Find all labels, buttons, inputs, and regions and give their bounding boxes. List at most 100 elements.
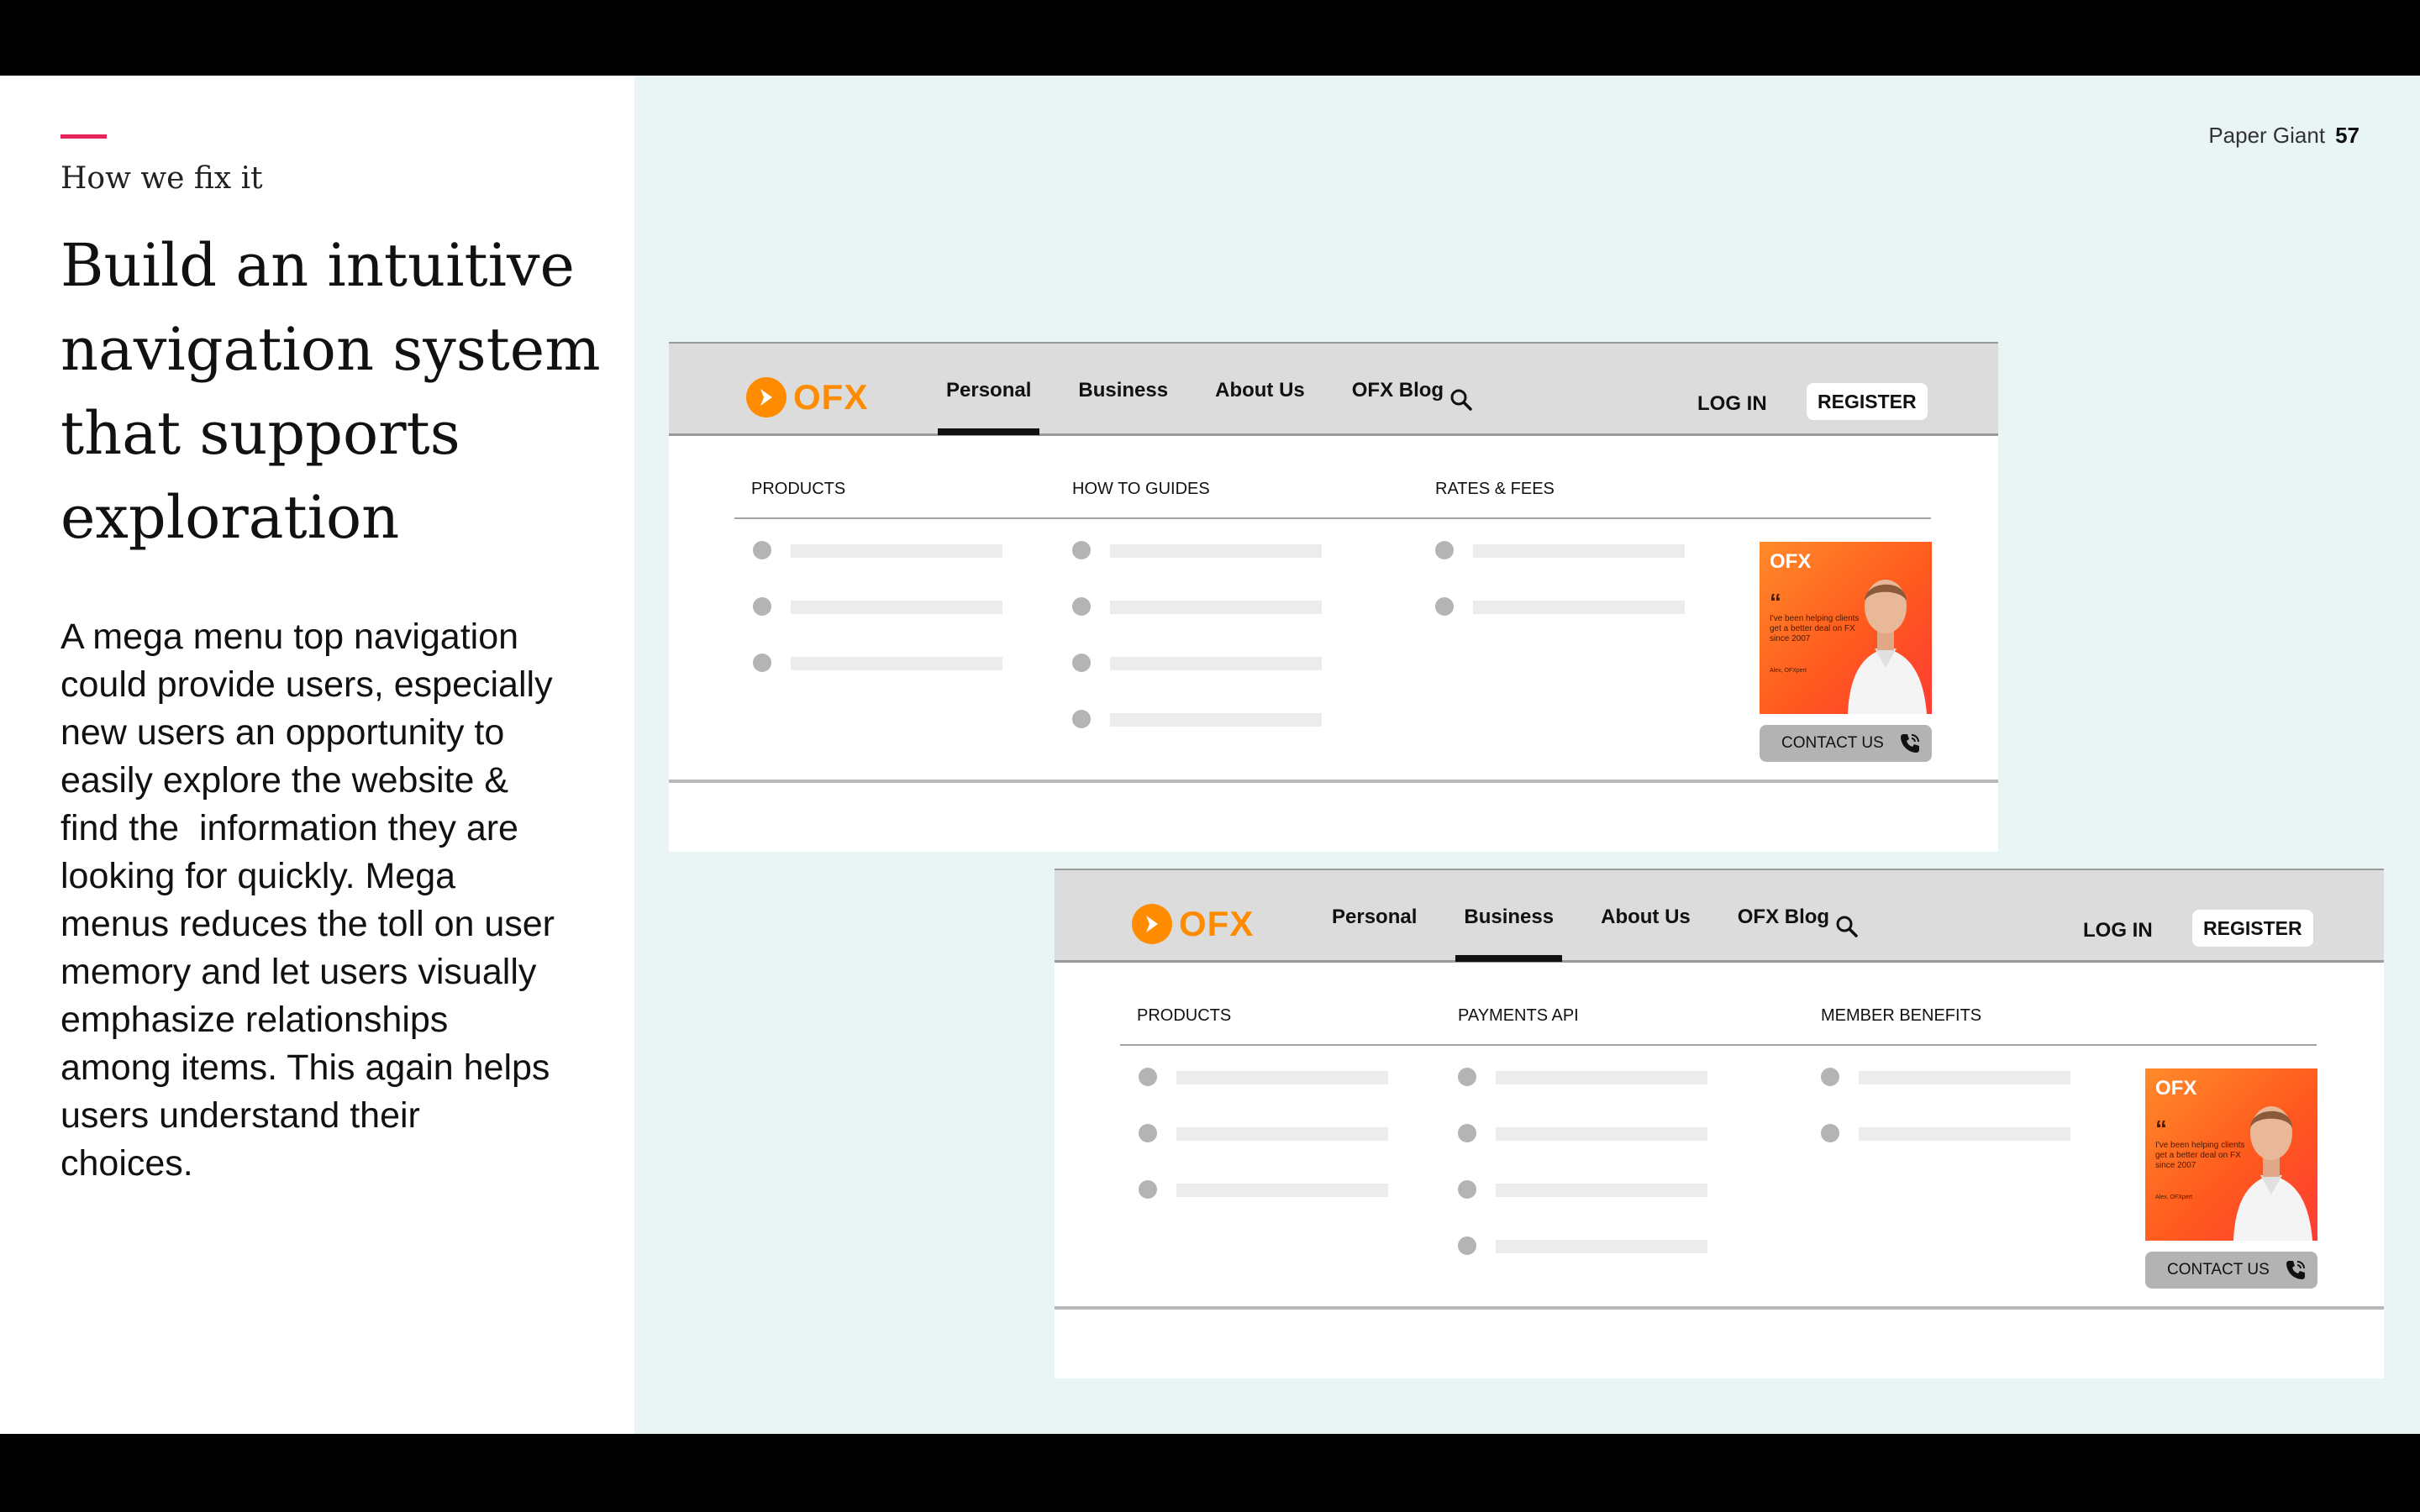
mega-menu-panel: PRODUCTS HOW TO GUIDES RATES & FEES OFX “I'v… xyxy=(669,436,1998,783)
headline: Build an intuitive navigation system tha… xyxy=(60,223,623,559)
promo-card[interactable]: OFX “I've been helping clients get a bett… xyxy=(1760,542,1932,714)
body-line: emphasize relationships xyxy=(60,1000,449,1040)
mega-menu-divider xyxy=(734,517,1931,519)
placeholder-line xyxy=(1473,601,1685,614)
search-icon[interactable] xyxy=(1449,387,1474,412)
register-button[interactable]: REGISTER xyxy=(1807,383,1928,420)
bullet-icon xyxy=(1072,597,1091,616)
top-navbar: OFX Personal Business About Us OFX Blog LOG I… xyxy=(1055,869,2384,963)
ofx-logo-text: OFX xyxy=(793,377,869,417)
accent-bar xyxy=(60,134,107,139)
nav-item-ofx-blog[interactable]: OFX Blog xyxy=(1729,870,1838,962)
bullet-icon xyxy=(1139,1068,1157,1086)
body-line: new users an opportunity to xyxy=(60,712,505,753)
column-title[interactable]: PRODUCTS xyxy=(1137,1006,1231,1026)
column-title[interactable]: HOW TO GUIDES xyxy=(1072,480,1210,499)
nav-item-business[interactable]: Business xyxy=(1455,870,1563,962)
placeholder-line xyxy=(791,657,1002,670)
placeholder-line xyxy=(1859,1071,2070,1084)
body-copy: A mega menu top navigation could provide… xyxy=(60,613,598,1188)
bullet-icon xyxy=(1139,1124,1157,1142)
contact-us-label: CONTACT US xyxy=(2167,1261,2270,1278)
body-line: find the information they are xyxy=(60,808,518,848)
page-number: 57 xyxy=(2335,123,2360,148)
contact-us-label: CONTACT US xyxy=(1781,734,1884,752)
bullet-icon xyxy=(1072,710,1091,728)
bullet-icon xyxy=(1139,1180,1157,1199)
person-photo-icon xyxy=(1848,580,1927,714)
promo-caption: Alex, OFXpert xyxy=(1770,668,1807,674)
login-link[interactable]: LOG IN xyxy=(1697,392,1767,416)
main-nav: Personal Business About Us OFX Blog xyxy=(1323,870,1868,964)
bullet-icon xyxy=(753,597,771,616)
ofx-logo-mark-icon xyxy=(1132,904,1172,944)
mega-menu-panel: PRODUCTS PAYMENTS API MEMBER BENEFITS OFX “I… xyxy=(1055,963,2384,1310)
nav-item-about-us[interactable]: About Us xyxy=(1207,344,1313,435)
bullet-icon xyxy=(1072,541,1091,559)
promo-card[interactable]: OFX “I've been helping clients get a bett… xyxy=(2145,1068,2317,1241)
placeholder-line xyxy=(1110,601,1322,614)
placeholder-line xyxy=(791,544,1002,558)
brand-name: Paper Giant xyxy=(2208,123,2326,148)
bullet-icon xyxy=(1435,597,1454,616)
nav-item-ofx-blog[interactable]: OFX Blog xyxy=(1344,344,1452,435)
bullet-icon xyxy=(1821,1068,1839,1086)
headline-line: exploration xyxy=(60,483,400,552)
brand-footer: Paper Giant 57 xyxy=(2208,123,2360,149)
column-title[interactable]: RATES & FEES xyxy=(1435,480,1555,499)
promo-logo: OFX xyxy=(1770,550,1812,573)
bullet-icon xyxy=(753,541,771,559)
nav-item-personal[interactable]: Personal xyxy=(1323,870,1425,962)
bullet-icon xyxy=(753,654,771,672)
placeholder-line xyxy=(1110,657,1322,670)
ofx-logo[interactable]: OFX xyxy=(1132,902,1254,946)
body-line: could provide users, especially xyxy=(60,664,553,705)
slide: How we fix it Build an intuitive navigat… xyxy=(0,76,2420,1434)
ofx-logo-mark-icon xyxy=(746,377,786,417)
nav-item-personal[interactable]: Personal xyxy=(938,344,1040,435)
placeholder-line xyxy=(1496,1071,1707,1084)
main-nav: Personal Business About Us OFX Blog xyxy=(938,344,1482,438)
quote-icon: “ xyxy=(2155,1116,2167,1142)
body-line: A mega menu top navigation xyxy=(60,617,519,657)
bullet-icon xyxy=(1458,1236,1476,1255)
bullet-icon xyxy=(1458,1180,1476,1199)
placeholder-line xyxy=(791,601,1002,614)
column-title[interactable]: PRODUCTS xyxy=(751,480,845,499)
placeholder-line xyxy=(1473,544,1685,558)
nav-item-about-us[interactable]: About Us xyxy=(1592,870,1699,962)
left-panel: How we fix it Build an intuitive navigat… xyxy=(0,76,634,1434)
contact-us-button[interactable]: CONTACT US xyxy=(2145,1252,2317,1289)
headline-line: navigation system xyxy=(60,315,601,384)
body-line: choices. xyxy=(60,1143,193,1184)
placeholder-line xyxy=(1110,713,1322,727)
ofx-logo[interactable]: OFX xyxy=(746,375,868,419)
phone-icon xyxy=(2286,1261,2305,1279)
bullet-icon xyxy=(1072,654,1091,672)
placeholder-line xyxy=(1496,1184,1707,1197)
mega-menu-divider xyxy=(1120,1044,2317,1046)
placeholder-line xyxy=(1176,1127,1388,1141)
search-icon[interactable] xyxy=(1834,914,1860,939)
bullet-icon xyxy=(1458,1068,1476,1086)
login-link[interactable]: LOG IN xyxy=(2083,919,2153,942)
placeholder-line xyxy=(1176,1071,1388,1084)
placeholder-line xyxy=(1859,1127,2070,1141)
body-line: menus reduces the toll on user xyxy=(60,904,555,944)
mockup-personal: OFX Personal Business About Us OFX Blog LOG I… xyxy=(669,342,1998,852)
placeholder-line xyxy=(1496,1240,1707,1253)
column-title[interactable]: MEMBER BENEFITS xyxy=(1821,1006,1981,1026)
bullet-icon xyxy=(1821,1124,1839,1142)
phone-icon xyxy=(1901,734,1919,753)
column-title[interactable]: PAYMENTS API xyxy=(1458,1006,1579,1026)
bullet-icon xyxy=(1458,1124,1476,1142)
placeholder-line xyxy=(1496,1127,1707,1141)
person-photo-icon xyxy=(2233,1106,2312,1241)
contact-us-button[interactable]: CONTACT US xyxy=(1760,725,1932,762)
promo-caption: Alex, OFXpert xyxy=(2155,1194,2192,1200)
promo-logo: OFX xyxy=(2155,1077,2197,1100)
register-button[interactable]: REGISTER xyxy=(2192,910,2313,947)
quote-icon: “ xyxy=(1770,589,1781,615)
body-line: easily explore the website & xyxy=(60,760,509,801)
nav-item-business[interactable]: Business xyxy=(1070,344,1176,435)
